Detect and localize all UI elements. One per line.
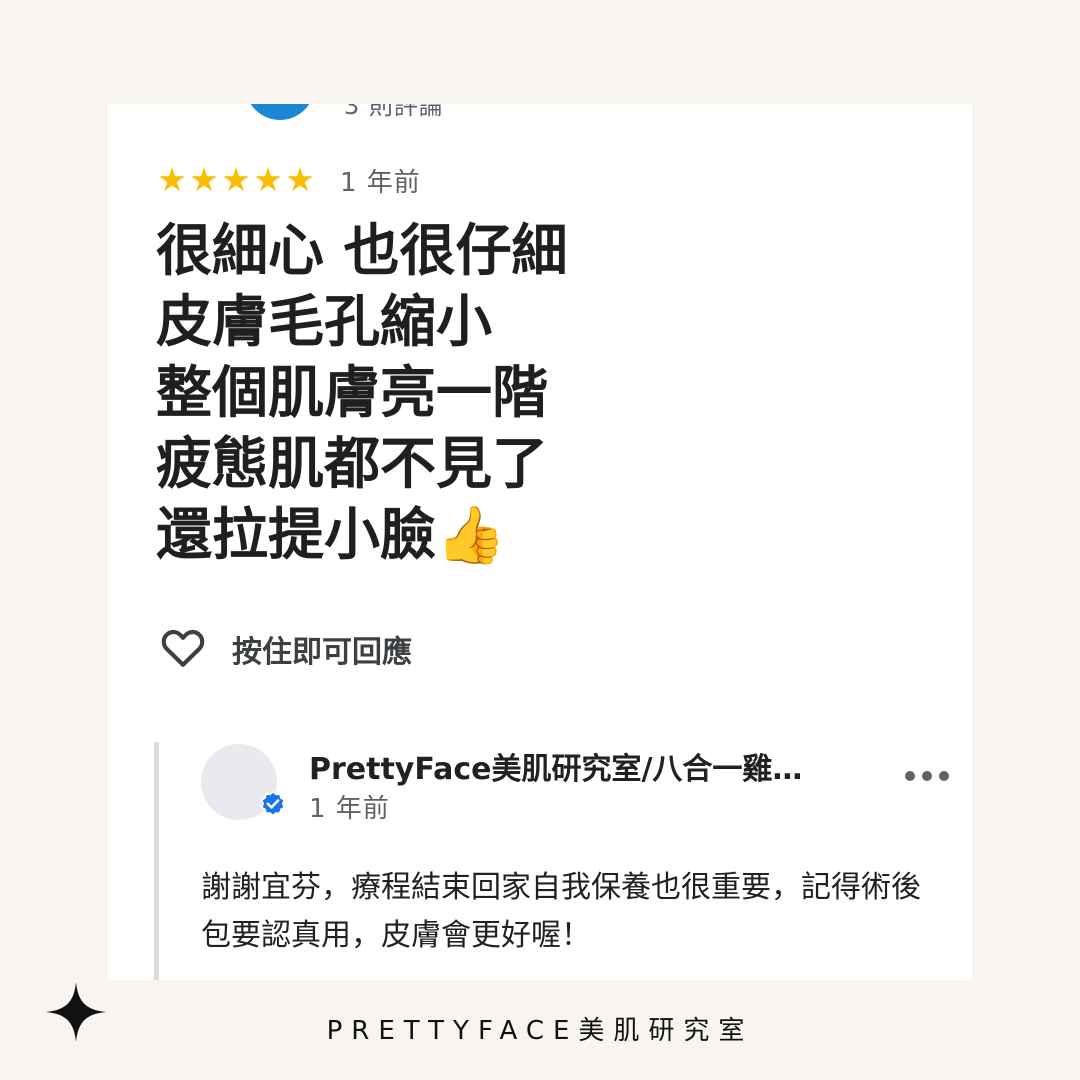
review-line: 還拉提小臉👍 bbox=[156, 503, 506, 568]
owner-reply-text: 謝謝宜芬，療程結束回家自我保養也很重要，記得術後包要認真用，皮膚會更好喔！ bbox=[201, 870, 921, 953]
review-line: 皮膚毛孔縮小 bbox=[156, 290, 492, 355]
review-line: 整個肌膚亮一階 bbox=[156, 361, 548, 426]
review-card: 3 則評論 ★ ★ ★ ★ ★ 1 年前 很細心 也很仔細 皮膚毛孔縮小 整個肌… bbox=[108, 104, 972, 980]
owner-reply-time: 1 年前 bbox=[309, 794, 390, 824]
reviewer-avatar[interactable] bbox=[244, 104, 316, 120]
star-icon: ★ bbox=[285, 160, 315, 199]
verified-badge-icon bbox=[259, 790, 287, 818]
owner-reply: PrettyFace美肌研究室/八合一雞… 1 年前 謝謝宜芬，療程結束回家自我… bbox=[154, 742, 949, 980]
more-dot bbox=[922, 771, 932, 781]
review-time: 1 年前 bbox=[340, 168, 421, 198]
star-icon: ★ bbox=[157, 160, 187, 199]
star-icon: ★ bbox=[253, 160, 283, 199]
brand-footer: PRETTYFACE美肌研究室 bbox=[326, 1016, 754, 1046]
heart-outline-icon bbox=[158, 622, 208, 676]
star-rating: ★ ★ ★ ★ ★ bbox=[156, 160, 316, 200]
more-dot bbox=[905, 771, 915, 781]
review-text: 很細心 也很仔細 皮膚毛孔縮小 整個肌膚亮一階 疲態肌都不見了 還拉提小臉👍 bbox=[156, 216, 568, 571]
owner-name[interactable]: PrettyFace美肌研究室/八合一雞… bbox=[309, 744, 802, 788]
review-line: 很細心 也很仔細 bbox=[156, 219, 568, 284]
more-options-icon[interactable] bbox=[905, 764, 949, 788]
reviewer-review-count: 3 則評論 bbox=[344, 104, 444, 120]
star-icon: ★ bbox=[189, 160, 219, 199]
more-dot bbox=[939, 771, 949, 781]
react-button[interactable]: 按住即可回應 bbox=[158, 622, 412, 676]
star-icon: ★ bbox=[221, 160, 251, 199]
react-label: 按住即可回應 bbox=[232, 635, 412, 670]
review-line: 疲態肌都不見了 bbox=[156, 432, 548, 497]
